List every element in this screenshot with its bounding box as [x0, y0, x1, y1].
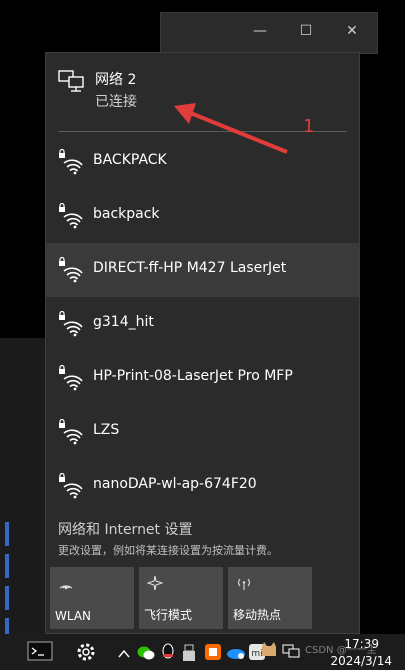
watermark-text: CSDN @一一尘	[305, 645, 377, 656]
network-icon[interactable]	[282, 644, 300, 664]
usb-icon[interactable]	[182, 644, 196, 666]
annotation-number: 1	[303, 116, 315, 137]
wechat-icon[interactable]	[137, 645, 155, 665]
clock-date[interactable]: 2024/3/14	[330, 654, 392, 668]
chevron-up-icon[interactable]	[118, 644, 130, 663]
terminal-icon[interactable]	[26, 640, 54, 666]
cat-icon[interactable]	[259, 640, 279, 664]
cloud-icon[interactable]	[226, 645, 246, 664]
settings-gear-icon[interactable]	[75, 641, 97, 667]
annotation-arrow	[174, 103, 288, 154]
qq-icon[interactable]	[160, 643, 176, 665]
app-icon[interactable]	[205, 644, 221, 664]
